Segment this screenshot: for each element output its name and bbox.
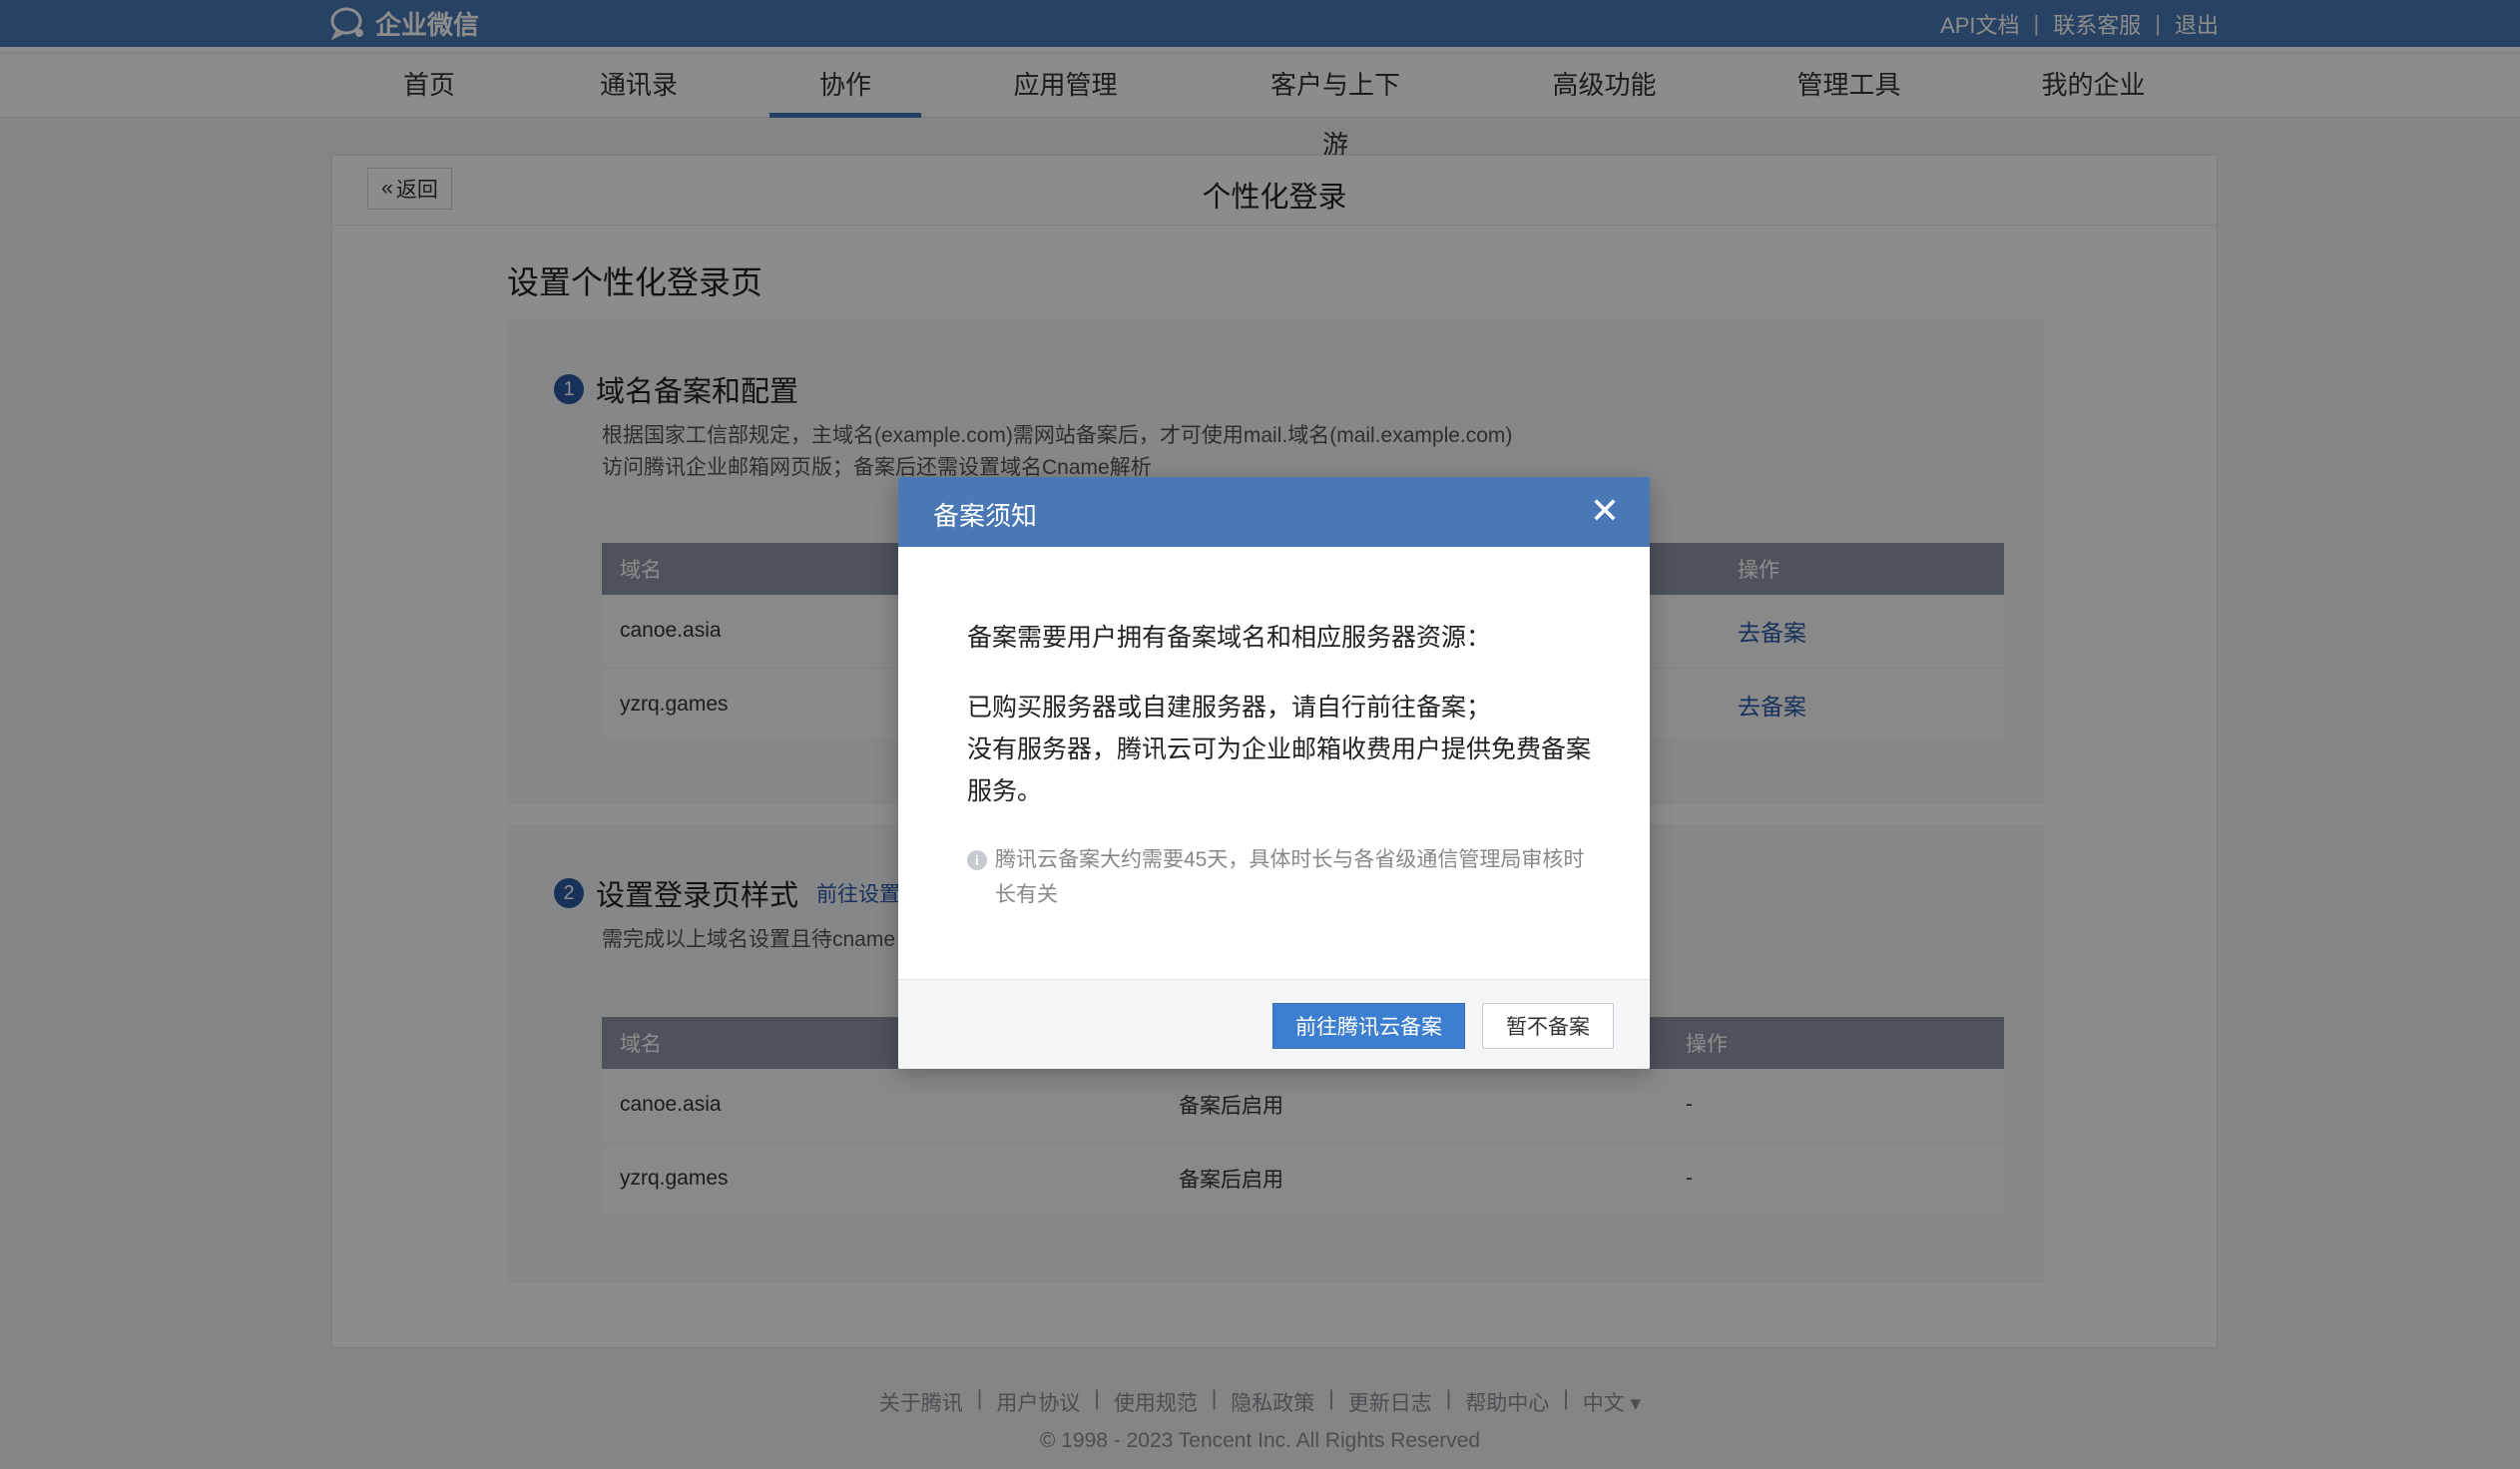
skip-registration-button[interactable]: 暂不备案 <box>1482 1003 1614 1049</box>
go-tencent-cloud-button[interactable]: 前往腾讯云备案 <box>1272 1003 1465 1049</box>
note-text: 腾讯云备案大约需要45天，具体时长与各省级通信管理局审核时长有关 <box>995 848 1585 906</box>
dialog-text: 备案需要用户拥有备案域名和相应服务器资源： <box>967 624 1492 652</box>
dialog-text: 没有服务器，腾讯云可为企业邮箱收费用户提供免费备案 <box>967 735 1592 763</box>
dialog-header: 备案须知 ✕ <box>898 477 1650 547</box>
info-icon: i <box>967 850 987 870</box>
registration-notice-dialog: 备案须知 ✕ 备案需要用户拥有备案域名和相应服务器资源： 已购买服务器或自建服务… <box>898 477 1650 1069</box>
dialog-note: i 腾讯云备案大约需要45天，具体时长与各省级通信管理局审核时长有关 <box>967 842 1596 912</box>
dialog-title: 备案须知 <box>933 501 1038 531</box>
dialog-body: 备案需要用户拥有备案域名和相应服务器资源： 已购买服务器或自建服务器，请自行前往… <box>967 617 1596 912</box>
dialog-text: 已购买服务器或自建服务器，请自行前往备案； <box>967 694 1492 722</box>
dialog-footer: 前往腾讯云备案 暂不备案 <box>898 979 1650 1069</box>
dialog-text: 服务。 <box>967 777 1043 805</box>
close-icon[interactable]: ✕ <box>1590 491 1620 531</box>
